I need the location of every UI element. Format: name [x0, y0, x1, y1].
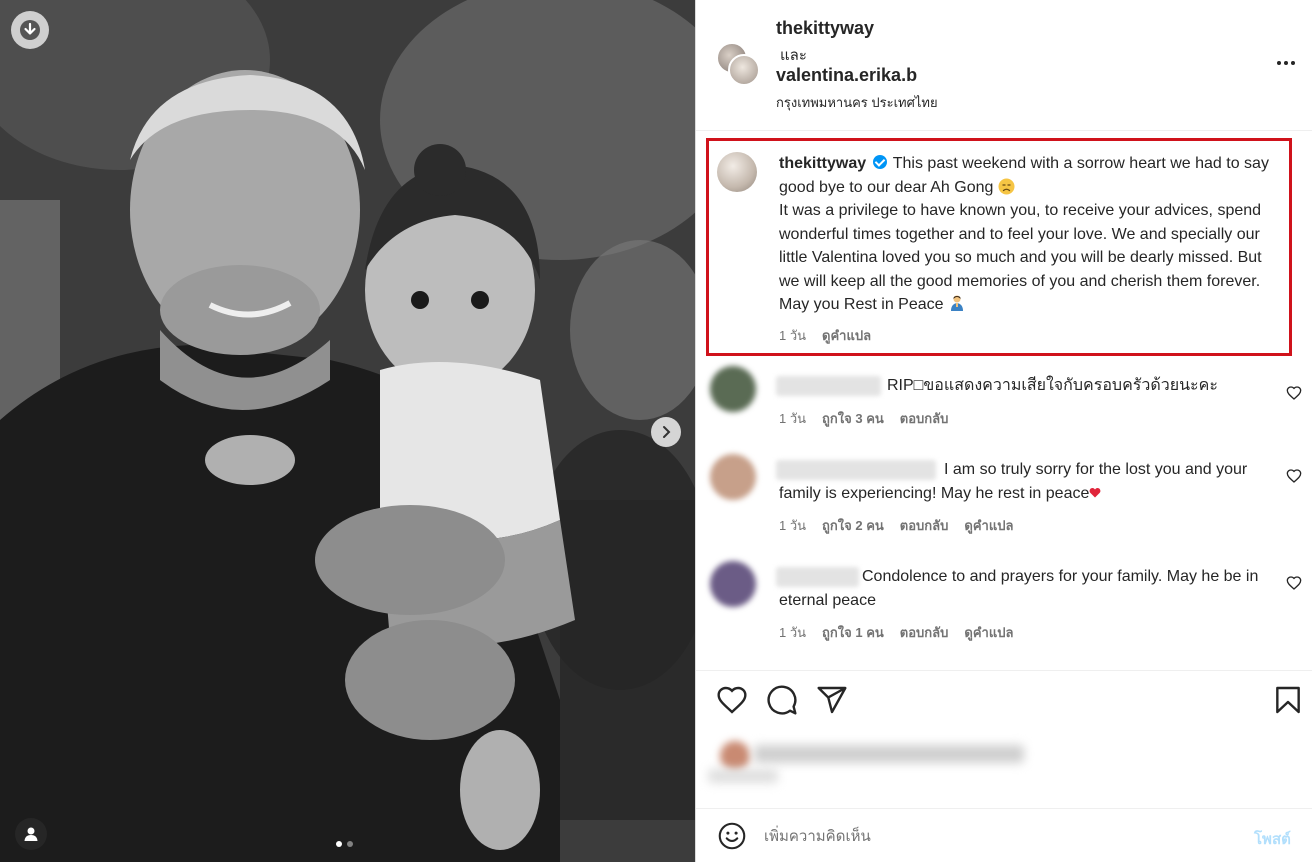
post-header: thekittyway และ valentina.erika.b กรุงเท…	[696, 0, 1312, 131]
avatar[interactable]	[710, 454, 756, 500]
comment-text-content: I am so truly sorry for the lost you and…	[779, 461, 1248, 502]
chevron-right-icon	[663, 426, 671, 438]
caption-meta: 1 วัน ดูคำแปล	[779, 325, 871, 346]
comment-time[interactable]: 1 วัน	[779, 622, 806, 643]
caption-body: It was a privilege to have known you, to…	[779, 202, 1262, 313]
comment-likes[interactable]: ถูกใจ 2 คน	[822, 515, 884, 536]
photo-image	[0, 0, 695, 862]
user-tag-icon	[24, 827, 38, 841]
heart-icon[interactable]	[716, 684, 748, 716]
carousel-dot	[336, 841, 342, 847]
disappointed-face-icon	[998, 178, 1015, 194]
reply-button[interactable]: ตอบกลับ	[900, 408, 949, 429]
caption-username[interactable]: thekittyway	[779, 155, 866, 172]
post-photo[interactable]	[0, 0, 695, 862]
comment-time[interactable]: 1 วัน	[779, 408, 806, 429]
action-bar	[696, 684, 1312, 724]
see-translation-link[interactable]: ดูคำแปล	[964, 515, 1013, 536]
heart-icon[interactable]	[1286, 575, 1302, 591]
smiley-icon[interactable]	[718, 822, 746, 850]
comment-meta: 1 วัน ถูกใจ 3 คน ตอบกลับ	[779, 408, 948, 429]
post-comment-button[interactable]: โพสต์	[1254, 827, 1291, 851]
download-button[interactable]	[11, 11, 49, 49]
comment-text: Condolence to and prayers for your famil…	[779, 568, 1259, 609]
arrow-down-circle-icon	[20, 20, 40, 40]
heart-icon[interactable]	[1286, 385, 1302, 401]
carousel-indicator	[336, 841, 353, 847]
liked-by-summary[interactable]	[704, 735, 1034, 793]
praying-person-icon	[950, 295, 963, 311]
caption-time[interactable]: 1 วัน	[779, 325, 806, 346]
comment-likes[interactable]: ถูกใจ 3 คน	[822, 408, 884, 429]
more-horizontal-icon	[1277, 61, 1295, 65]
verified-badge-icon	[872, 155, 887, 169]
comment-text: RIP□ขอแสดงความเสียใจกับครอบครัวด้วยนะคะ	[887, 377, 1218, 394]
comment-likes[interactable]: ถูกใจ 1 คน	[822, 622, 884, 643]
bookmark-icon[interactable]	[1272, 684, 1304, 716]
heart-icon[interactable]	[1286, 468, 1302, 484]
caption: thekittyway This past weekend with a sor…	[779, 152, 1279, 317]
avatar[interactable]	[717, 152, 757, 192]
author-username[interactable]: thekittyway	[776, 18, 874, 39]
post-details-panel: thekittyway และ valentina.erika.b กรุงเท…	[695, 0, 1312, 862]
comment-meta: 1 วัน ถูกใจ 2 คน ตอบกลับ ดูคำแปล	[779, 515, 1013, 536]
avatar[interactable]	[710, 366, 756, 412]
location-link[interactable]: กรุงเทพมหานคร ประเทศไทย	[776, 92, 938, 113]
avatar[interactable]	[710, 561, 756, 607]
comment-bubble-icon[interactable]	[766, 684, 798, 716]
reply-button[interactable]: ตอบกลับ	[900, 515, 949, 536]
paper-plane-icon[interactable]	[816, 684, 848, 716]
collab-avatars[interactable]	[716, 42, 760, 86]
see-translation-link[interactable]: ดูคำแปล	[964, 622, 1013, 643]
comment-text: I am so truly sorry for the lost you and…	[779, 458, 1269, 505]
comment-time[interactable]: 1 วัน	[779, 515, 806, 536]
reply-button[interactable]: ตอบกลับ	[900, 622, 949, 643]
avatar	[728, 54, 760, 86]
comment-meta: 1 วัน ถูกใจ 1 คน ตอบกลับ ดูคำแปล	[779, 622, 1013, 643]
collaborator-username[interactable]: valentina.erika.b	[776, 65, 917, 86]
more-options-button[interactable]	[1274, 55, 1298, 71]
carousel-dot	[347, 841, 353, 847]
add-comment-bar: โพสต์	[696, 808, 1312, 862]
tagged-users-button[interactable]	[15, 818, 47, 850]
comment-input[interactable]	[764, 821, 1224, 851]
blurred-username[interactable]	[776, 376, 881, 396]
collab-conjunction: และ	[780, 47, 807, 64]
next-image-button[interactable]	[651, 417, 681, 447]
red-heart-icon	[1089, 487, 1101, 497]
see-translation-link[interactable]: ดูคำแปล	[822, 325, 871, 346]
divider	[696, 670, 1312, 671]
